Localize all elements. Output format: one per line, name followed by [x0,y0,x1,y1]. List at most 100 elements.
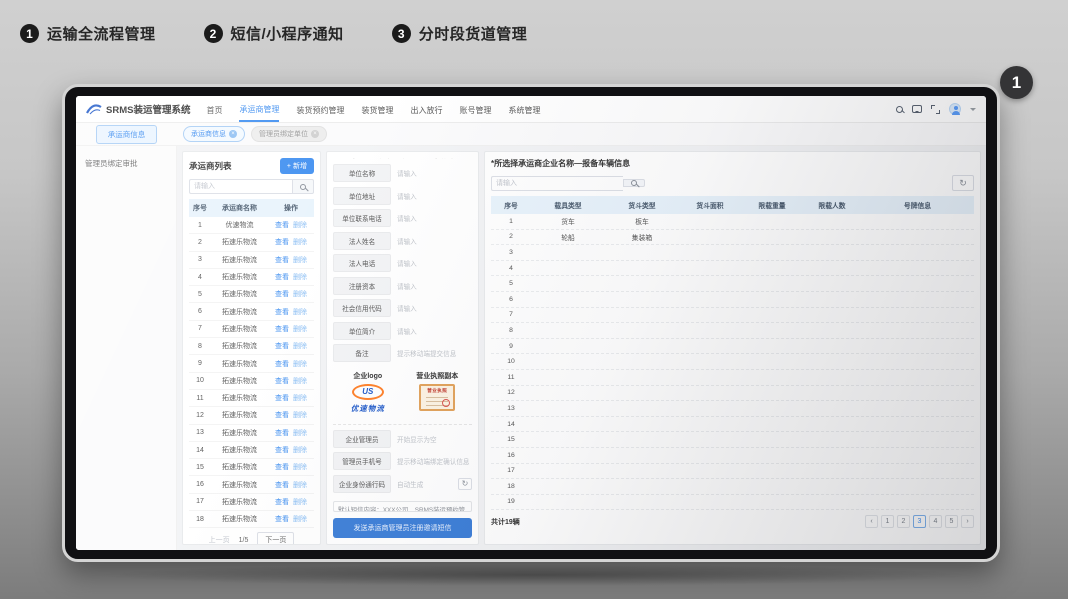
view-link[interactable]: 查看 [275,289,289,299]
view-link[interactable]: 查看 [275,497,289,507]
table-row[interactable]: 15拓速乐物流查看删除 [189,459,314,476]
nav-item[interactable]: 账号管理 [459,98,491,121]
field-value[interactable]: 自动生成 [397,479,450,489]
vehicle-search-button[interactable] [623,179,645,187]
table-row[interactable]: 7拓速乐物流查看删除 [189,321,314,338]
table-row[interactable]: 10 [491,354,974,370]
delete-link[interactable]: 删除 [293,428,307,438]
table-row[interactable]: 3 [491,245,974,261]
table-row[interactable]: 17 [491,464,974,480]
view-link[interactable]: 查看 [275,220,289,230]
page-prev-button[interactable]: ‹ [865,515,878,528]
delete-link[interactable]: 删除 [293,272,307,282]
table-row[interactable]: 11拓速乐物流查看删除 [189,390,314,407]
view-link[interactable]: 查看 [275,445,289,455]
page-button[interactable]: 1 [881,515,894,528]
table-row[interactable]: 4 [491,261,974,277]
delete-link[interactable]: 删除 [293,255,307,265]
view-link[interactable]: 查看 [275,462,289,472]
view-link[interactable]: 查看 [275,237,289,247]
delete-link[interactable]: 删除 [293,376,307,386]
delete-link[interactable]: 删除 [293,237,307,247]
view-link[interactable]: 查看 [275,480,289,490]
view-link[interactable]: 查看 [275,376,289,386]
delete-link[interactable]: 删除 [293,220,307,230]
delete-link[interactable]: 删除 [293,289,307,299]
table-row[interactable]: 7 [491,308,974,324]
view-link[interactable]: 查看 [275,272,289,282]
view-link[interactable]: 查看 [275,359,289,369]
view-link[interactable]: 查看 [275,255,289,265]
table-row[interactable]: 6 [491,292,974,308]
table-row[interactable]: 2轮船集装箱 [491,230,974,246]
table-row[interactable]: 11 [491,370,974,386]
table-row[interactable]: 19 [491,495,974,511]
close-icon[interactable]: × [229,130,237,138]
table-row[interactable]: 8拓速乐物流查看删除 [189,338,314,355]
table-row[interactable]: 5 [491,276,974,292]
carrier-search-input[interactable] [189,179,292,194]
table-row[interactable]: 18 [491,479,974,495]
caret-down-icon[interactable] [970,108,976,114]
table-row[interactable]: 3拓速乐物流查看删除 [189,252,314,269]
table-row[interactable]: 16拓速乐物流查看删除 [189,476,314,493]
view-link[interactable]: 查看 [275,341,289,351]
delete-link[interactable]: 删除 [293,410,307,420]
page-button[interactable]: 4 [929,515,942,528]
view-link[interactable]: 查看 [275,410,289,420]
table-row[interactable]: 10拓速乐物流查看删除 [189,373,314,390]
field-value[interactable]: 开始显示为空 [397,434,472,444]
page-button[interactable]: 2 [897,515,910,528]
table-row[interactable]: 1优速物流查看删除 [189,217,314,234]
table-row[interactable]: 12 [491,386,974,402]
nav-item[interactable]: 装货管理 [361,98,393,121]
field-value[interactable]: 提示移动端提交信息 [397,348,472,358]
sms-content-textarea[interactable]: 默认短信内容：XXX公司，SRMS装运预约管理系统已生成贵公司信息，贵的企业身份… [333,501,472,512]
user-avatar[interactable] [949,103,961,115]
add-carrier-button[interactable]: + 新增 [280,158,314,174]
table-row[interactable]: 13拓速乐物流查看删除 [189,425,314,442]
table-row[interactable]: 9拓速乐物流查看删除 [189,355,314,372]
table-row[interactable]: 16 [491,448,974,464]
delete-link[interactable]: 删除 [293,393,307,403]
table-row[interactable]: 1货车板车 [491,214,974,230]
nav-item[interactable]: 系统管理 [508,98,540,121]
vehicle-search-input[interactable] [491,176,623,191]
view-link[interactable]: 查看 [275,324,289,334]
close-icon[interactable]: × [311,130,319,138]
delete-link[interactable]: 删除 [293,324,307,334]
table-row[interactable]: 8 [491,323,974,339]
table-row[interactable]: 2拓速乐物流查看删除 [189,234,314,251]
sidebar-item-admin-binding-approval[interactable]: 管理员绑定审批 [76,154,176,173]
delete-link[interactable]: 删除 [293,341,307,351]
table-row[interactable]: 17拓速乐物流查看删除 [189,494,314,511]
table-row[interactable]: 14拓速乐物流查看删除 [189,442,314,459]
delete-link[interactable]: 删除 [293,445,307,455]
delete-link[interactable]: 删除 [293,462,307,472]
view-link[interactable]: 查看 [275,307,289,317]
delete-link[interactable]: 删除 [293,497,307,507]
table-row[interactable]: 6拓速乐物流查看删除 [189,303,314,320]
table-row[interactable]: 15 [491,432,974,448]
carrier-search-button[interactable] [292,179,314,194]
delete-link[interactable]: 删除 [293,514,307,524]
workspace-tab[interactable]: 管理员绑定单位× [251,126,327,142]
field-value[interactable]: 请输入 [397,303,472,313]
table-row[interactable]: 14 [491,417,974,433]
refresh-icon[interactable]: ↻ [458,478,472,490]
view-link[interactable]: 查看 [275,428,289,438]
table-row[interactable]: 13 [491,401,974,417]
delete-link[interactable]: 删除 [293,359,307,369]
view-link[interactable]: 查看 [275,393,289,403]
field-value[interactable]: 请输入 [397,258,472,268]
table-row[interactable]: 4拓速乐物流查看删除 [189,269,314,286]
prev-page-button[interactable]: 上一页 [209,535,230,545]
sidebar-item-carrier-info[interactable]: 承运商信息 [96,125,158,144]
workspace-tab[interactable]: 承运商信息× [183,126,245,142]
field-value[interactable]: 请输入 [397,326,472,336]
table-row[interactable]: 5拓速乐物流查看删除 [189,286,314,303]
nav-item[interactable]: 出入放行 [410,98,442,121]
next-page-button[interactable]: 下一页 [257,532,294,545]
field-value[interactable]: 请输入 [397,191,472,201]
nav-item[interactable]: 承运商管理 [239,97,279,122]
